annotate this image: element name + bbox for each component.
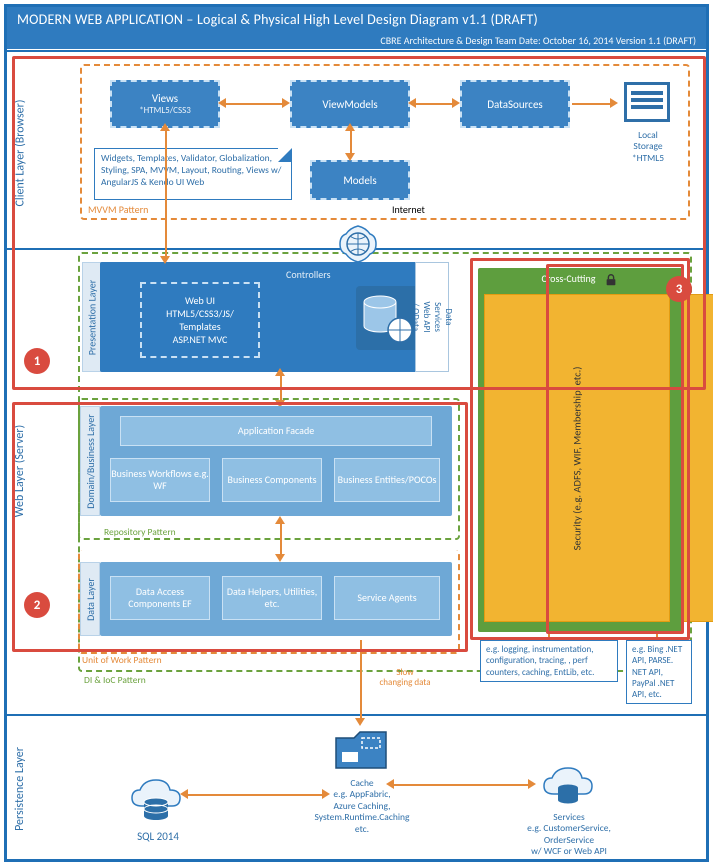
diagram-meta: CBRE Architecture & Design Team Date: Oc… (17, 34, 696, 47)
communication-note: e.g. Bing .NET API, PARSE. NET API, PayP… (626, 640, 692, 704)
di-ioc-caption: DI & IoC Pattern (84, 674, 146, 686)
operational-management-note: e.g. logging, instrumentation, configura… (480, 640, 618, 682)
services-cloud-db-icon (540, 762, 596, 810)
sql-label: SQL 2014 (118, 830, 198, 843)
slow-changing-data-caption: Slow changing data (370, 668, 440, 688)
arrow-head (180, 789, 188, 799)
arrow-head (355, 718, 365, 726)
highlight-badge-1: 1 (24, 348, 50, 374)
cache-label: Cache e.g. AppFabric, Azure Caching, Sys… (300, 778, 424, 835)
arrow-head (528, 779, 536, 789)
arrow (392, 784, 532, 786)
services-label: Services e.g. CustomerService, OrderServ… (510, 812, 628, 858)
unit-of-work-caption: Unit of Work Pattern (82, 654, 162, 666)
highlight-badge-2: 2 (24, 592, 50, 618)
arrow (186, 794, 326, 796)
diagram-canvas: MODERN WEB APPLICATION – Logical & Physi… (0, 0, 713, 866)
arrow (360, 640, 362, 722)
divider (7, 714, 706, 716)
divider (7, 50, 706, 52)
highlight-badge-3: 3 (666, 276, 692, 302)
diagram-title: MODERN WEB APPLICATION – Logical & Physi… (17, 11, 696, 28)
title-bar: MODERN WEB APPLICATION – Logical & Physi… (7, 7, 706, 49)
cache-folder-icon (332, 726, 390, 774)
arrow-head (322, 789, 330, 799)
layer-label-persistence: Persistence Layer (8, 720, 32, 858)
highlight-box-2 (12, 402, 468, 652)
highlight-box-3b (546, 264, 684, 634)
arrow-head (386, 779, 394, 789)
sql-db-cloud-icon (128, 770, 184, 826)
